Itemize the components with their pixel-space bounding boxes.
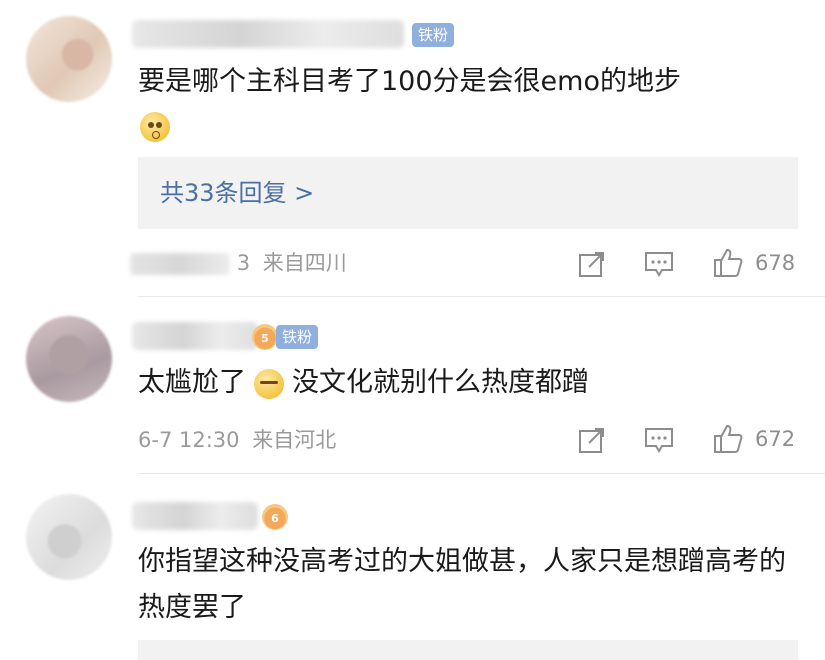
avatar[interactable] [26,316,112,402]
divider [138,473,825,474]
avatar[interactable] [26,16,112,102]
replies-box[interactable] [138,640,798,660]
comment-meta: 3 来自四川 [130,248,347,278]
share-icon[interactable] [577,249,607,279]
crown-level-icon: 6 [262,504,288,530]
username-blurred[interactable] [132,322,258,350]
divider [138,296,825,297]
cold-sweat-face-icon [140,111,170,142]
username-blurred[interactable] [132,502,258,530]
comment-text: 太尴尬了 没文化就别什么热度都蹭 [138,367,589,399]
comment-icon[interactable] [643,249,675,279]
zipped-face-icon [254,368,284,399]
fan-badge: 铁粉 [412,23,455,47]
comment-text: 要是哪个主科目考了100分是会很emo的地步 [138,60,798,148]
share-icon[interactable] [577,425,607,455]
comment-actions: 678 [575,247,805,281]
time-blurred [130,253,230,275]
comment-icon[interactable] [643,425,675,455]
thumbs-up-icon[interactable] [711,247,745,279]
like-count: 672 [755,427,796,451]
fan-badge: 铁粉 [276,325,319,349]
comment-actions: 672 [575,423,805,457]
crown-level-icon: 5 [252,324,278,350]
avatar[interactable] [26,494,112,580]
view-replies-link[interactable]: 共33条回复 > [160,157,314,229]
comment-meta: 6-7 12:30 来自河北 [138,428,337,452]
thumbs-up-icon[interactable] [711,423,745,455]
comment-text: 你指望这种没高考过的大姐做甚，人家只是想蹭高考的热度罢了 [138,546,786,623]
replies-box[interactable]: 共33条回复 > [138,157,798,229]
username-blurred[interactable] [132,20,404,48]
like-count: 678 [755,251,796,275]
